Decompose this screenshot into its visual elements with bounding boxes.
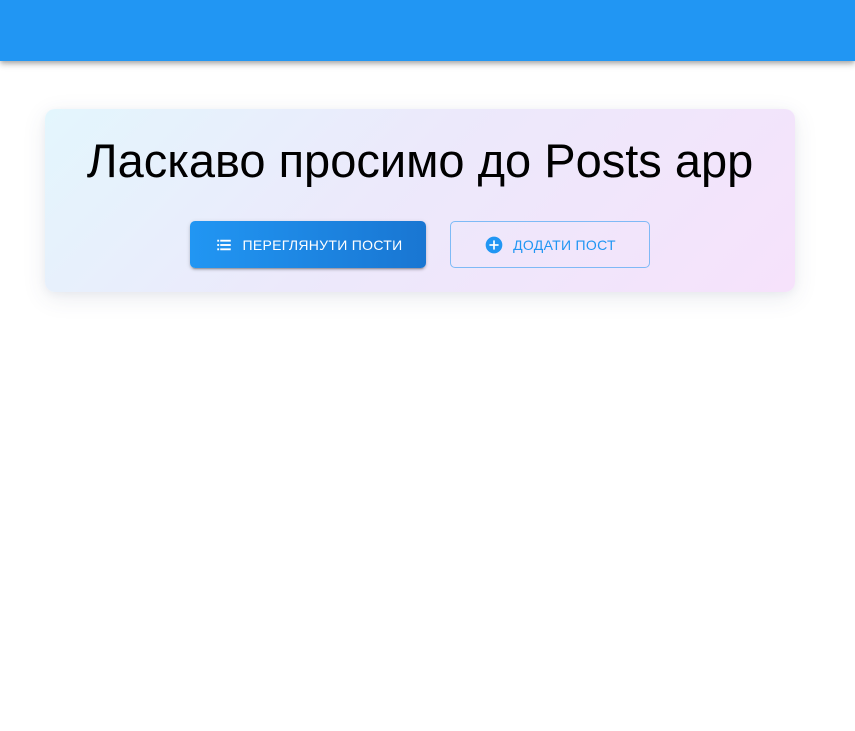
welcome-card: Ласкаво просимо до Posts app ПЕРЕГЛЯНУТИ… xyxy=(45,109,795,292)
view-posts-button[interactable]: ПЕРЕГЛЯНУТИ ПОСТИ xyxy=(190,221,426,268)
list-icon xyxy=(214,235,234,255)
page-title: Ласкаво просимо до Posts app xyxy=(86,134,754,187)
add-post-button[interactable]: ДОДАТИ ПОСТ xyxy=(450,221,650,268)
app-bar xyxy=(0,0,855,61)
view-posts-label: ПЕРЕГЛЯНУТИ ПОСТИ xyxy=(242,236,403,253)
add-circle-icon xyxy=(484,235,504,255)
add-post-label: ДОДАТИ ПОСТ xyxy=(513,236,616,253)
